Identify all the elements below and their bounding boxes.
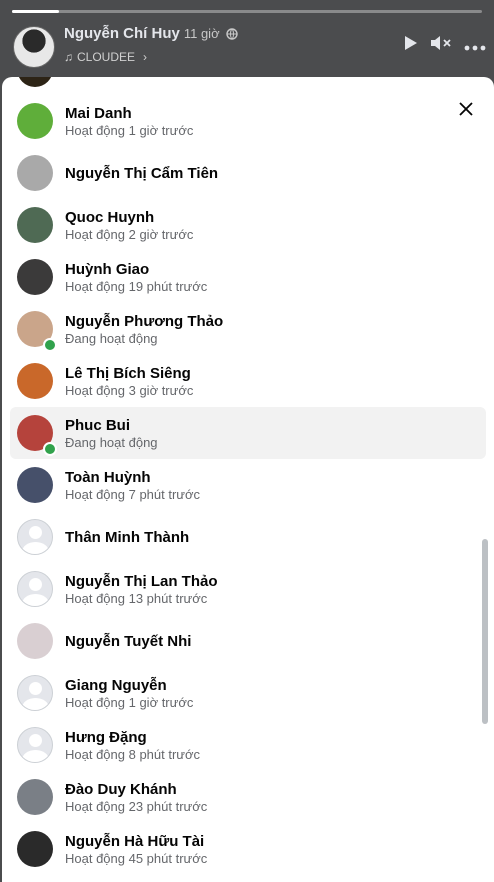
viewer-status: Hoạt động 13 phút trước bbox=[65, 590, 208, 606]
viewer-name[interactable]: Hưng Đặng bbox=[65, 728, 200, 747]
online-indicator bbox=[43, 338, 57, 352]
chevron-right-icon: › bbox=[143, 50, 148, 64]
avatar[interactable] bbox=[17, 519, 53, 555]
viewer-row[interactable]: Nguyễn Hà Hữu Tài Hoạt động 45 phút trước bbox=[10, 823, 486, 875]
viewer-status: Hoạt động 3 giờ trước bbox=[65, 382, 194, 398]
viewer-name[interactable]: Quoc Huynh bbox=[65, 208, 193, 227]
viewer-name[interactable]: Giang Nguyễn bbox=[65, 676, 193, 695]
avatar[interactable] bbox=[17, 155, 53, 191]
viewer-row[interactable]: Phuc Bui Đang hoạt động bbox=[10, 407, 486, 459]
avatar[interactable] bbox=[17, 571, 53, 607]
music-note-icon: ♫ bbox=[64, 50, 73, 64]
viewer-name[interactable]: Thân Minh Thành bbox=[65, 528, 189, 547]
viewer-row[interactable]: Nguyễn Tuyết Nhi bbox=[10, 615, 486, 667]
avatar[interactable] bbox=[17, 259, 53, 295]
viewer-row[interactable]: Quoc Huynh Hoạt động 2 giờ trước bbox=[10, 199, 486, 251]
online-indicator bbox=[43, 442, 57, 456]
viewer-status: Hoạt động 1 giờ trước bbox=[65, 122, 194, 138]
viewer-status: Hoạt động 1 giờ trước bbox=[65, 694, 194, 710]
avatar[interactable] bbox=[17, 77, 53, 87]
viewer-name[interactable]: Phuc Bui bbox=[65, 416, 158, 435]
viewer-row[interactable]: Nguyễn Thị Cẩm Tiên bbox=[10, 147, 486, 199]
viewer-name[interactable]: Lê Thị Bích Siêng bbox=[65, 364, 193, 383]
viewer-status: Hoạt động 45 phút trước bbox=[65, 850, 208, 866]
viewer-row[interactable]: Hưng Đặng Hoạt động 8 phút trước bbox=[10, 719, 486, 771]
viewer-name[interactable]: Huỳnh Giao bbox=[65, 260, 207, 279]
more-options-icon[interactable] bbox=[464, 35, 486, 56]
avatar[interactable] bbox=[17, 779, 53, 815]
viewer-status: Hoạt động 7 phút trước bbox=[65, 486, 201, 502]
mute-icon[interactable] bbox=[430, 34, 452, 57]
viewer-name[interactable]: Toàn Huỳnh bbox=[65, 468, 200, 487]
story-progress-fill bbox=[12, 10, 59, 13]
viewer-list: Hoạt động 3 giờ trướcMai DanhHoạt động 1… bbox=[2, 77, 494, 875]
viewer-status: Hoạt động 8 phút trước bbox=[65, 746, 201, 762]
story-time: 11 giờ bbox=[183, 26, 220, 41]
author-name[interactable]: Nguyễn Chí Huy bbox=[64, 25, 180, 42]
viewer-row[interactable]: Toàn Huỳnh Hoạt động 7 phút trước bbox=[10, 459, 486, 511]
play-icon[interactable] bbox=[404, 35, 418, 56]
viewer-row[interactable]: Thân Minh Thành bbox=[10, 511, 486, 563]
viewer-row[interactable]: Mai Danh Hoạt động 1 giờ trước bbox=[10, 95, 486, 147]
viewer-row[interactable]: Huỳnh Giao Hoạt động 19 phút trước bbox=[10, 251, 486, 303]
viewer-row[interactable]: Nguyễn Phương Thảo Đang hoạt động bbox=[10, 303, 486, 355]
viewer-name[interactable]: Nguyễn Tuyết Nhi bbox=[65, 632, 191, 651]
close-button[interactable] bbox=[450, 93, 482, 125]
viewer-status: Hoạt động 23 phút trước bbox=[65, 798, 208, 814]
scrollbar[interactable] bbox=[482, 539, 488, 724]
avatar[interactable] bbox=[17, 831, 53, 867]
viewer-row[interactable]: Lê Thị Bích Siêng Hoạt động 3 giờ trước bbox=[10, 355, 486, 407]
viewer-status: Hoạt động 19 phút trước bbox=[65, 278, 208, 294]
close-icon bbox=[459, 102, 473, 116]
author-avatar[interactable] bbox=[13, 26, 55, 68]
avatar[interactable] bbox=[17, 727, 53, 763]
viewer-name[interactable]: Đào Duy Khánh bbox=[65, 780, 207, 799]
avatar[interactable] bbox=[17, 363, 53, 399]
viewer-row[interactable]: Đào Duy Khánh Hoạt động 23 phút trước bbox=[10, 771, 486, 823]
viewer-status: Hoạt động 2 giờ trước bbox=[65, 226, 194, 242]
avatar[interactable] bbox=[17, 675, 53, 711]
viewer-status: Đang hoạt động bbox=[65, 434, 158, 450]
avatar[interactable] bbox=[17, 207, 53, 243]
viewer-row[interactable]: Nguyễn Thị Lan Thảo Hoạt động 13 phút trư… bbox=[10, 563, 486, 615]
avatar[interactable] bbox=[17, 623, 53, 659]
story-progress-bar bbox=[12, 10, 482, 13]
viewer-name[interactable]: Nguyễn Thị Cẩm Tiên bbox=[65, 164, 218, 183]
viewer-row[interactable]: Hoạt động 3 giờ trước bbox=[10, 77, 486, 95]
story-author[interactable]: Nguyễn Chí Huy 11 giờ bbox=[64, 25, 238, 44]
viewers-sheet: Hoạt động 3 giờ trướcMai DanhHoạt động 1… bbox=[2, 77, 494, 882]
story-music[interactable]: ♫ CLOUDEE › bbox=[64, 50, 147, 64]
viewer-name[interactable]: Nguyễn Hà Hữu Tài bbox=[65, 832, 207, 851]
avatar[interactable] bbox=[17, 103, 53, 139]
viewer-name[interactable]: Nguyễn Thị Lan Thảo bbox=[65, 572, 218, 591]
globe-icon bbox=[226, 27, 238, 44]
viewer-status: Đang hoạt động bbox=[65, 330, 158, 346]
viewer-row[interactable]: Giang Nguyễn Hoạt động 1 giờ trước bbox=[10, 667, 486, 719]
viewer-name[interactable]: Nguyễn Phương Thảo bbox=[65, 312, 223, 331]
avatar[interactable] bbox=[17, 467, 53, 503]
music-title: CLOUDEE bbox=[77, 50, 136, 64]
viewer-name[interactable]: Mai Danh bbox=[65, 104, 193, 123]
